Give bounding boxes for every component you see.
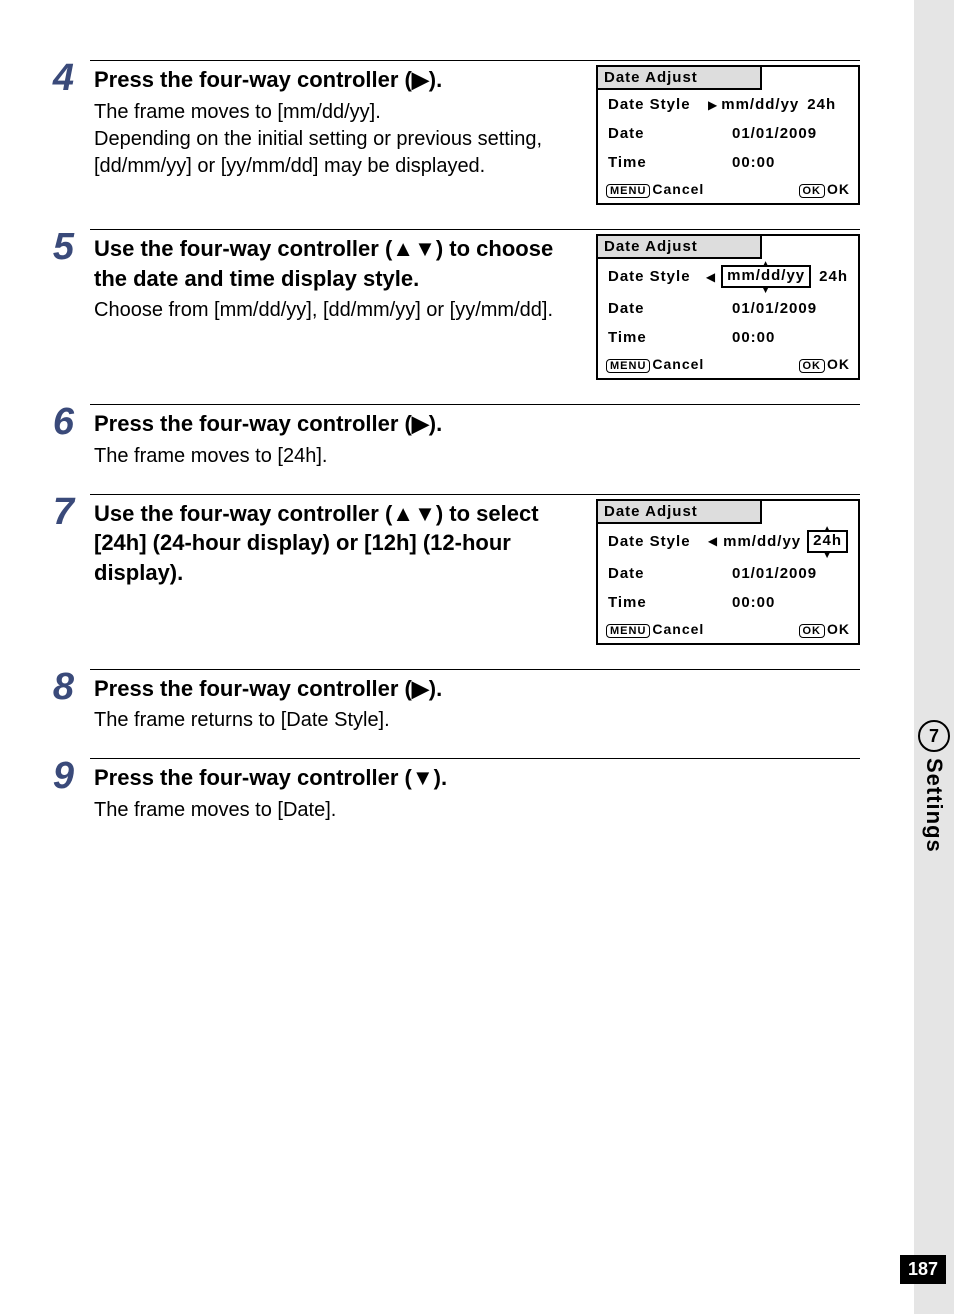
right-margin xyxy=(914,0,954,1314)
page-number: 187 xyxy=(900,1255,946,1284)
down-icon: ▼ xyxy=(822,550,833,561)
ok-key-icon: OK xyxy=(799,359,826,373)
right-icon: ▶ xyxy=(708,98,718,112)
ok-key-icon: OK xyxy=(799,184,826,198)
step-heading: Press the four-way controller (▶). xyxy=(94,674,860,704)
lcd-label-date-style: Date Style xyxy=(608,533,708,550)
right-icon: ▶ xyxy=(412,411,429,436)
up-icon: ▲ xyxy=(761,259,772,270)
down-icon: ▼ xyxy=(412,765,434,790)
step-description: The frame moves to [mm/dd/yy]. Depending… xyxy=(94,99,578,180)
lcd-title: Date Adjust xyxy=(596,499,762,524)
step-heading: Use the four-way controller (▲▼) to sele… xyxy=(94,499,578,588)
step-number: 4 xyxy=(46,59,74,97)
step-number: 8 xyxy=(46,668,74,706)
chapter-tab: 7 Settings xyxy=(914,720,954,853)
step-number: 6 xyxy=(46,403,74,441)
step-description: Choose from [mm/dd/yy], [dd/mm/yy] or [y… xyxy=(94,297,578,324)
step-heading: Use the four-way controller (▲▼) to choo… xyxy=(94,234,578,293)
down-icon: ▼ xyxy=(414,501,436,526)
step-heading: Press the four-way controller (▶). xyxy=(94,409,860,439)
menu-key-icon: MENU xyxy=(606,624,650,638)
menu-key-icon: MENU xyxy=(606,359,650,373)
left-icon: ◀ xyxy=(706,270,716,284)
lcd-screen: Date Adjust Date Style ◀ mm/dd/yy ▲ 24h … xyxy=(596,499,860,645)
selection-box: ▲ 24h ▼ xyxy=(807,530,848,553)
lcd-label-date-style: Date Style xyxy=(608,96,708,113)
right-icon: ▶ xyxy=(412,67,429,92)
step-9: 9 Press the four-way controller (▼). The… xyxy=(90,758,860,824)
chapter-number: 7 xyxy=(918,720,950,752)
up-icon: ▲ xyxy=(392,501,414,526)
ok-key-icon: OK xyxy=(799,624,826,638)
lcd-screen: Date Adjust Date Style ◀ ▲ mm/dd/yy ▼ 24… xyxy=(596,234,860,380)
lcd-label-date: Date xyxy=(608,565,708,582)
lcd-label-date: Date xyxy=(608,125,708,142)
menu-key-icon: MENU xyxy=(606,184,650,198)
lcd-title: Date Adjust xyxy=(596,65,762,90)
selection-box: ▲ mm/dd/yy ▼ xyxy=(721,265,811,288)
lcd-label-time: Time xyxy=(608,329,708,346)
step-6: 6 Press the four-way controller (▶). The… xyxy=(90,404,860,470)
step-description: The frame moves to [Date]. xyxy=(94,797,860,824)
up-icon: ▲ xyxy=(392,236,414,261)
lcd-title: Date Adjust xyxy=(596,234,762,259)
step-description: The frame returns to [Date Style]. xyxy=(94,707,860,734)
step-5: 5 Use the four-way controller (▲▼) to ch… xyxy=(90,229,860,380)
step-7: 7 Use the four-way controller (▲▼) to se… xyxy=(90,494,860,645)
step-8: 8 Press the four-way controller (▶). The… xyxy=(90,669,860,735)
down-icon: ▼ xyxy=(761,285,772,296)
step-number: 5 xyxy=(46,228,74,266)
step-number: 9 xyxy=(46,757,74,795)
lcd-label-date: Date xyxy=(608,300,708,317)
step-number: 7 xyxy=(46,493,74,531)
step-description: The frame moves to [24h]. xyxy=(94,443,860,470)
chapter-label: Settings xyxy=(921,758,947,853)
lcd-label-time: Time xyxy=(608,594,708,611)
right-icon: ▶ xyxy=(412,676,429,701)
step-4: 4 Press the four-way controller (▶). The… xyxy=(90,60,860,205)
step-heading: Press the four-way controller (▼). xyxy=(94,763,860,793)
lcd-label-time: Time xyxy=(608,154,708,171)
step-heading: Press the four-way controller (▶). xyxy=(94,65,578,95)
down-icon: ▼ xyxy=(414,236,436,261)
up-icon: ▲ xyxy=(822,524,833,535)
left-icon: ◀ xyxy=(708,534,718,548)
lcd-screen: Date Adjust Date Style ▶ mm/dd/yy 24h Da… xyxy=(596,65,860,205)
lcd-label-date-style: Date Style xyxy=(608,268,706,285)
